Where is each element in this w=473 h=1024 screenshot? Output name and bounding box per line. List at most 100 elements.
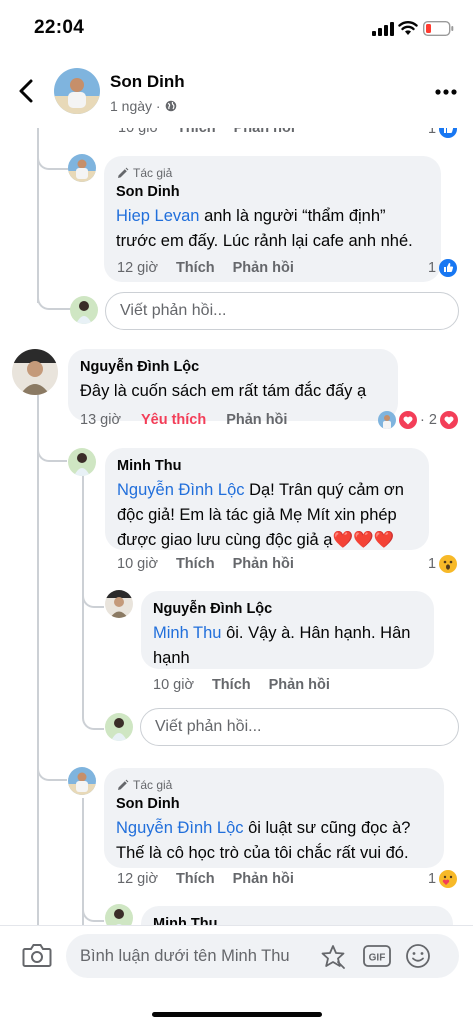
comment-time: 12 giờ [117, 871, 158, 887]
commenter-avatar[interactable] [68, 448, 96, 476]
reaction-count: 1 [428, 260, 437, 276]
back-arrow-icon[interactable] [16, 77, 38, 105]
cellular-signal-icon [372, 22, 394, 36]
comment-actions: 10 giờ Thích Phản hồi [118, 128, 295, 136]
like-reaction-icon [439, 259, 458, 277]
comment-time: 10 giờ [118, 128, 159, 136]
sticker-icon[interactable] [320, 944, 346, 970]
like-button[interactable]: Thích [176, 260, 215, 276]
care-reaction-icon [439, 870, 458, 888]
commenter-avatar[interactable] [68, 767, 96, 795]
author-name[interactable]: Son Dinh [110, 72, 185, 92]
comment-time: 12 giờ [117, 260, 158, 276]
thread-connector [82, 888, 104, 922]
reactor-avatar [378, 411, 396, 429]
like-reaction-icon [439, 128, 458, 138]
reaction-summary[interactable]: 1 [428, 870, 458, 888]
like-button[interactable]: Thích [177, 128, 216, 136]
pencil-icon [118, 167, 129, 178]
commenter-name[interactable]: Minh Thu [153, 916, 441, 925]
commenter-avatar[interactable] [12, 349, 58, 395]
reaction-count: 1 [428, 871, 437, 887]
reply-input[interactable]: Viết phản hồi... [105, 292, 459, 330]
commenter-avatar[interactable] [105, 590, 133, 618]
reaction-summary[interactable]: · 2 [378, 411, 458, 429]
commenter-avatar[interactable] [68, 154, 96, 182]
reply-button[interactable]: Phản hồi [233, 871, 294, 887]
mention-link[interactable]: Nguyễn Đình Lộc [116, 819, 244, 837]
comment-actions: 10 giờ Thích Phản hồi [153, 677, 330, 693]
commenter-name[interactable]: Nguyễn Đình Lộc [80, 359, 386, 375]
reply-input-placeholder: Viết phản hồi... [120, 302, 227, 319]
comment-time: 13 giờ [80, 412, 121, 428]
like-button[interactable]: Thích [212, 677, 251, 693]
comment-text-part: trước em đấy. Lúc rảnh lại cafe anh nhé. [116, 232, 413, 250]
author-avatar[interactable] [54, 68, 100, 114]
commenter-avatar[interactable] [105, 904, 133, 925]
post-header: Son Dinh 1 ngày · [0, 58, 473, 128]
commenter-name[interactable]: Son Dinh [116, 796, 432, 812]
comment-bubble[interactable]: Nguyễn Đình Lộc Đây là cuốn sách em rất … [68, 349, 398, 421]
author-badge-label: Tác giả [133, 166, 173, 180]
commenter-name[interactable]: Son Dinh [116, 184, 429, 200]
comment-actions: 12 giờ Thích Phản hồi [117, 260, 294, 276]
comment-input[interactable]: Bình luận dưới tên Minh Thu GIF [66, 934, 459, 978]
comment-time: 10 giờ [153, 677, 194, 693]
thread-connector [37, 128, 69, 170]
battery-low-icon [423, 21, 454, 36]
reply-button[interactable]: Phản hồi [234, 128, 295, 136]
comment-text: Minh Thu ôi. Vậy à. Hân hạnh. Hân hạnh [153, 621, 422, 671]
comment-input-placeholder: Bình luận dưới tên Minh Thu [80, 947, 290, 965]
commenter-name[interactable]: Minh Thu [117, 458, 417, 474]
mention-link[interactable]: Hiep Levan [116, 207, 199, 225]
mention-link[interactable]: Minh Thu [153, 624, 221, 642]
globe-icon [165, 100, 176, 112]
comment-composer: Bình luận dưới tên Minh Thu GIF [0, 925, 473, 1024]
comment-text-part: Dạ! Trân quý cảm ơn [244, 481, 404, 499]
comment-text-part: anh là người “thẩm định” [199, 207, 386, 225]
camera-icon[interactable] [22, 942, 52, 968]
thread-connector [82, 688, 104, 730]
comment-actions: 10 giờ Thích Phản hồi [117, 556, 294, 572]
comment-time: 10 giờ [117, 556, 158, 572]
comment-text: Hiep Levan anh là người “thẩm định” trướ… [116, 204, 429, 254]
mention-link[interactable]: Nguyễn Đình Lộc [117, 481, 245, 499]
reaction-summary[interactable]: 1 [428, 555, 458, 573]
comment-thread: 10 giờ Thích Phản hồi 1 Tác giả Son Dinh… [0, 128, 473, 925]
post-time: 1 ngày · [110, 98, 161, 114]
like-button[interactable]: Thích [176, 871, 215, 887]
comment-bubble[interactable]: Tác giả Son Dinh Nguyễn Đình Lộc ôi luật… [104, 768, 444, 868]
thread-line [37, 376, 39, 925]
commenter-name[interactable]: Nguyễn Đình Lộc [153, 601, 422, 617]
comment-bubble[interactable]: Minh Thu Nguyễn Đình Lộc Dạ! Trân quý cả… [105, 448, 429, 550]
post-meta: 1 ngày · [110, 98, 177, 114]
gif-icon[interactable]: GIF [363, 945, 391, 967]
comment-bubble[interactable]: Minh Thu [141, 906, 453, 925]
reply-button[interactable]: Phản hồi [226, 412, 287, 428]
my-avatar [70, 296, 98, 324]
like-button[interactable]: Thích [176, 556, 215, 572]
thread-connector [82, 573, 104, 608]
my-avatar [105, 713, 133, 741]
emoji-icon[interactable] [405, 943, 431, 969]
reaction-summary[interactable]: 1 [428, 259, 458, 277]
reply-button[interactable]: Phản hồi [269, 677, 330, 693]
love-button[interactable]: Yêu thích [141, 412, 206, 428]
reaction-summary[interactable]: 1 [428, 128, 458, 138]
reply-button[interactable]: Phản hồi [233, 260, 294, 276]
comment-bubble[interactable]: Nguyễn Đình Lộc Minh Thu ôi. Vậy à. Hân … [141, 591, 434, 669]
comment-text-part: ôi luật sư cũng đọc à? [243, 819, 411, 837]
home-indicator [152, 1012, 322, 1017]
love-reaction-icon [399, 411, 417, 429]
heart-emojis: ❤️❤️❤️ [332, 531, 395, 549]
comment-actions: 12 giờ Thích Phản hồi [117, 871, 294, 887]
comment-text-part: ôi. Vậy à. Hân hạnh. Hân [221, 624, 411, 642]
reply-button[interactable]: Phản hồi [233, 556, 294, 572]
more-options-icon[interactable] [434, 88, 458, 96]
comment-text: Đây là cuốn sách em rất tám đắc đấy ạ [80, 382, 367, 400]
reaction-count: 1 [428, 556, 437, 572]
thread-connector [37, 428, 67, 462]
reply-input[interactable]: Viết phản hồi... [140, 708, 459, 746]
thread-connector [37, 743, 67, 781]
comment-text-part: Thế là cô học trò của tôi chắc rất vui đ… [116, 844, 409, 862]
